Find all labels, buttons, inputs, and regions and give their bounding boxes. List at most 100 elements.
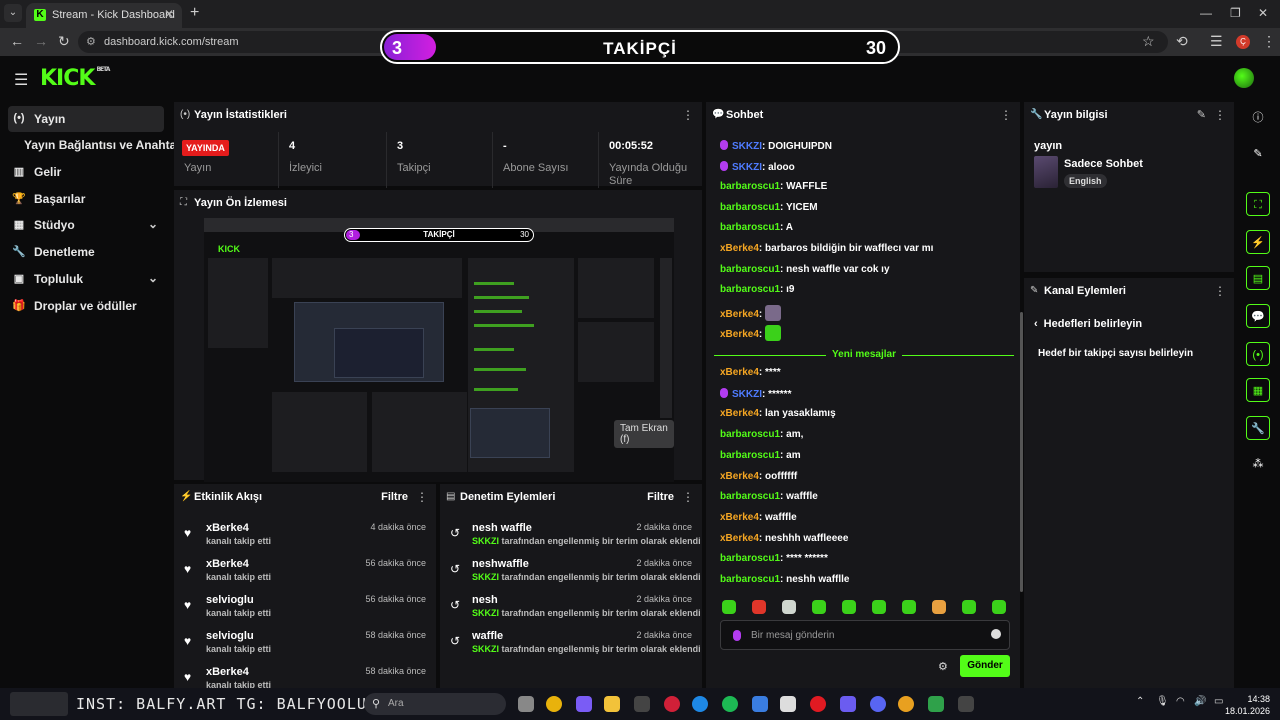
chat-username[interactable]: SKKZI bbox=[732, 389, 762, 400]
app-icon[interactable] bbox=[634, 696, 650, 712]
app-icon[interactable] bbox=[958, 696, 974, 712]
chat-username[interactable]: xBerke4 bbox=[720, 533, 759, 544]
undo-icon[interactable]: ↺ bbox=[450, 634, 460, 648]
emote-icon[interactable] bbox=[722, 600, 736, 614]
wifi-icon[interactable]: ◠ bbox=[1176, 696, 1185, 707]
volume-icon[interactable]: 🔊 bbox=[1194, 696, 1206, 707]
minimize-icon[interactable]: — bbox=[1200, 6, 1212, 20]
taskbar-clock[interactable]: 14:38 18.01.2026 bbox=[1225, 693, 1270, 717]
kick-logo[interactable]: KICK BETA bbox=[40, 66, 110, 91]
more-options-icon[interactable]: ⋮ bbox=[682, 490, 694, 504]
chat-username[interactable]: barbaroscu1 bbox=[720, 264, 780, 275]
sidebar-item-gelir[interactable]: ▥ Gelir bbox=[8, 159, 164, 185]
bookmark-star-icon[interactable]: ☆ bbox=[1142, 33, 1155, 50]
emote-icon[interactable] bbox=[842, 600, 856, 614]
chat-message-input[interactable] bbox=[751, 627, 991, 643]
info-icon[interactable]: ⓘ bbox=[1246, 106, 1270, 130]
chat-username[interactable]: barbaroscu1 bbox=[720, 429, 780, 440]
emote-icon[interactable] bbox=[812, 600, 826, 614]
emote-icon[interactable] bbox=[992, 600, 1006, 614]
edit-pencil-icon[interactable]: ✎ bbox=[1197, 108, 1206, 121]
chat-username[interactable]: barbaroscu1 bbox=[720, 181, 780, 192]
taskbar-search[interactable]: ⚲ Ara bbox=[364, 693, 506, 715]
history-icon[interactable]: ⟲ bbox=[1176, 33, 1188, 50]
goals-back-button[interactable]: ‹ Hedefleri belirleyin bbox=[1034, 318, 1142, 330]
menu-icon[interactable]: ☰ bbox=[14, 70, 28, 90]
fullscreen-icon[interactable]: ⛶ bbox=[1246, 192, 1270, 216]
sidebar-item-droplar[interactable]: 🎁 Droplar ve ödüller bbox=[8, 293, 164, 319]
send-button[interactable]: Gönder bbox=[960, 655, 1010, 677]
store-icon[interactable] bbox=[780, 696, 796, 712]
sidebar-item-yayin[interactable]: (•) Yayın bbox=[8, 106, 164, 132]
chat-username[interactable]: SKKZI bbox=[732, 162, 762, 173]
opera-gx-icon[interactable] bbox=[810, 696, 826, 712]
copilot-icon[interactable] bbox=[576, 696, 592, 712]
pencil-icon[interactable]: ✎ bbox=[1246, 142, 1270, 166]
opera-icon[interactable] bbox=[664, 696, 680, 712]
wrench-icon[interactable]: 🔧 bbox=[1246, 416, 1270, 440]
emote-icon[interactable] bbox=[782, 600, 796, 614]
emoji-picker-icon[interactable] bbox=[991, 629, 1001, 639]
browser-tab[interactable]: K Stream - Kick Dashboard ✕ bbox=[26, 3, 182, 28]
more-options-icon[interactable]: ⋮ bbox=[1000, 108, 1012, 122]
chat-settings-gear-icon[interactable]: ⚙ bbox=[938, 660, 948, 673]
close-window-icon[interactable]: ✕ bbox=[1258, 6, 1268, 20]
undo-icon[interactable]: ↺ bbox=[450, 598, 460, 612]
chrome-profile-icon[interactable] bbox=[898, 696, 914, 712]
battery-icon[interactable]: ▭ bbox=[1214, 696, 1223, 707]
chat-username[interactable]: xBerke4 bbox=[720, 243, 759, 254]
discord-icon[interactable] bbox=[870, 696, 886, 712]
spotify-icon[interactable] bbox=[722, 696, 738, 712]
sidebar-item-studyo[interactable]: ▦ Stüdyo ⌄ bbox=[8, 212, 164, 238]
mail-icon[interactable] bbox=[752, 696, 768, 712]
chat-username[interactable]: barbaroscu1 bbox=[720, 222, 780, 233]
chat-bubble-icon[interactable]: 💬 bbox=[1246, 304, 1270, 328]
activity-filter-button[interactable]: Filtre bbox=[381, 491, 408, 503]
weather-widget[interactable] bbox=[10, 692, 68, 716]
chrome-icon[interactable] bbox=[546, 696, 562, 712]
chat-username[interactable]: xBerke4 bbox=[720, 309, 759, 320]
microphone-tray-icon[interactable]: 🎙 bbox=[1156, 696, 1169, 707]
chat-username[interactable]: xBerke4 bbox=[720, 512, 759, 523]
chat-username[interactable]: SKKZI bbox=[732, 141, 762, 152]
user-avatar[interactable] bbox=[1234, 68, 1254, 88]
more-options-icon[interactable]: ⋮ bbox=[416, 490, 428, 504]
more-options-icon[interactable]: ⋮ bbox=[1214, 284, 1226, 298]
emote-icon[interactable] bbox=[752, 600, 766, 614]
site-info-icon[interactable]: ⚙ bbox=[86, 35, 96, 48]
task-view-icon[interactable] bbox=[518, 696, 534, 712]
more-options-icon[interactable]: ⋮ bbox=[682, 108, 694, 122]
maximize-icon[interactable]: ❐ bbox=[1230, 6, 1241, 20]
chat-username[interactable]: barbaroscu1 bbox=[720, 284, 780, 295]
tab-search-icon[interactable]: ⌄ bbox=[4, 4, 22, 22]
chat-scrollbar[interactable] bbox=[1020, 312, 1023, 592]
teams-icon[interactable] bbox=[840, 696, 856, 712]
media-icon[interactable]: ☰ bbox=[1210, 33, 1223, 50]
chat-username[interactable]: xBerke4 bbox=[720, 408, 759, 419]
more-options-icon[interactable]: ⋮ bbox=[1214, 108, 1226, 122]
chat-username[interactable]: barbaroscu1 bbox=[720, 202, 780, 213]
chat-username[interactable]: barbaroscu1 bbox=[720, 450, 780, 461]
sidebar-item-denetleme[interactable]: 🔧 Denetleme bbox=[8, 239, 164, 265]
stream-preview-video[interactable]: 3 TAKİPÇİ 30 KICK Tam Ekran (f) bbox=[204, 218, 674, 482]
layout-icon[interactable]: ▦ bbox=[1246, 378, 1270, 402]
forward-icon[interactable]: → bbox=[34, 33, 48, 49]
browser-menu-icon[interactable]: ⋮ bbox=[1262, 33, 1276, 50]
sidebar-item-basarilar[interactable]: 🏆 Başarılar bbox=[8, 186, 164, 212]
file-explorer-icon[interactable] bbox=[604, 696, 620, 712]
community-icon[interactable]: ⁂ bbox=[1246, 452, 1270, 476]
reload-icon[interactable]: ↻ bbox=[58, 33, 70, 50]
sidebar-item-stream-key[interactable]: Yayın Bağlantısı ve Anahtarı bbox=[0, 132, 184, 158]
undo-icon[interactable]: ↺ bbox=[450, 526, 460, 540]
back-icon[interactable]: ← bbox=[10, 33, 24, 49]
follower-goal-option[interactable]: Hedef bir takipçi sayısı belirleyin bbox=[1038, 348, 1193, 359]
profile-icon[interactable]: Ç bbox=[1236, 35, 1250, 49]
close-tab-icon[interactable]: ✕ bbox=[164, 7, 174, 21]
edge-icon[interactable] bbox=[692, 696, 708, 712]
tray-chevron-icon[interactable]: ⌃ bbox=[1136, 696, 1144, 707]
whatsapp-icon[interactable] bbox=[928, 696, 944, 712]
lightning-icon[interactable]: ⚡ bbox=[1246, 230, 1270, 254]
chat-username[interactable]: xBerke4 bbox=[720, 367, 759, 378]
emote-icon[interactable] bbox=[872, 600, 886, 614]
chat-username[interactable]: barbaroscu1 bbox=[720, 553, 780, 564]
